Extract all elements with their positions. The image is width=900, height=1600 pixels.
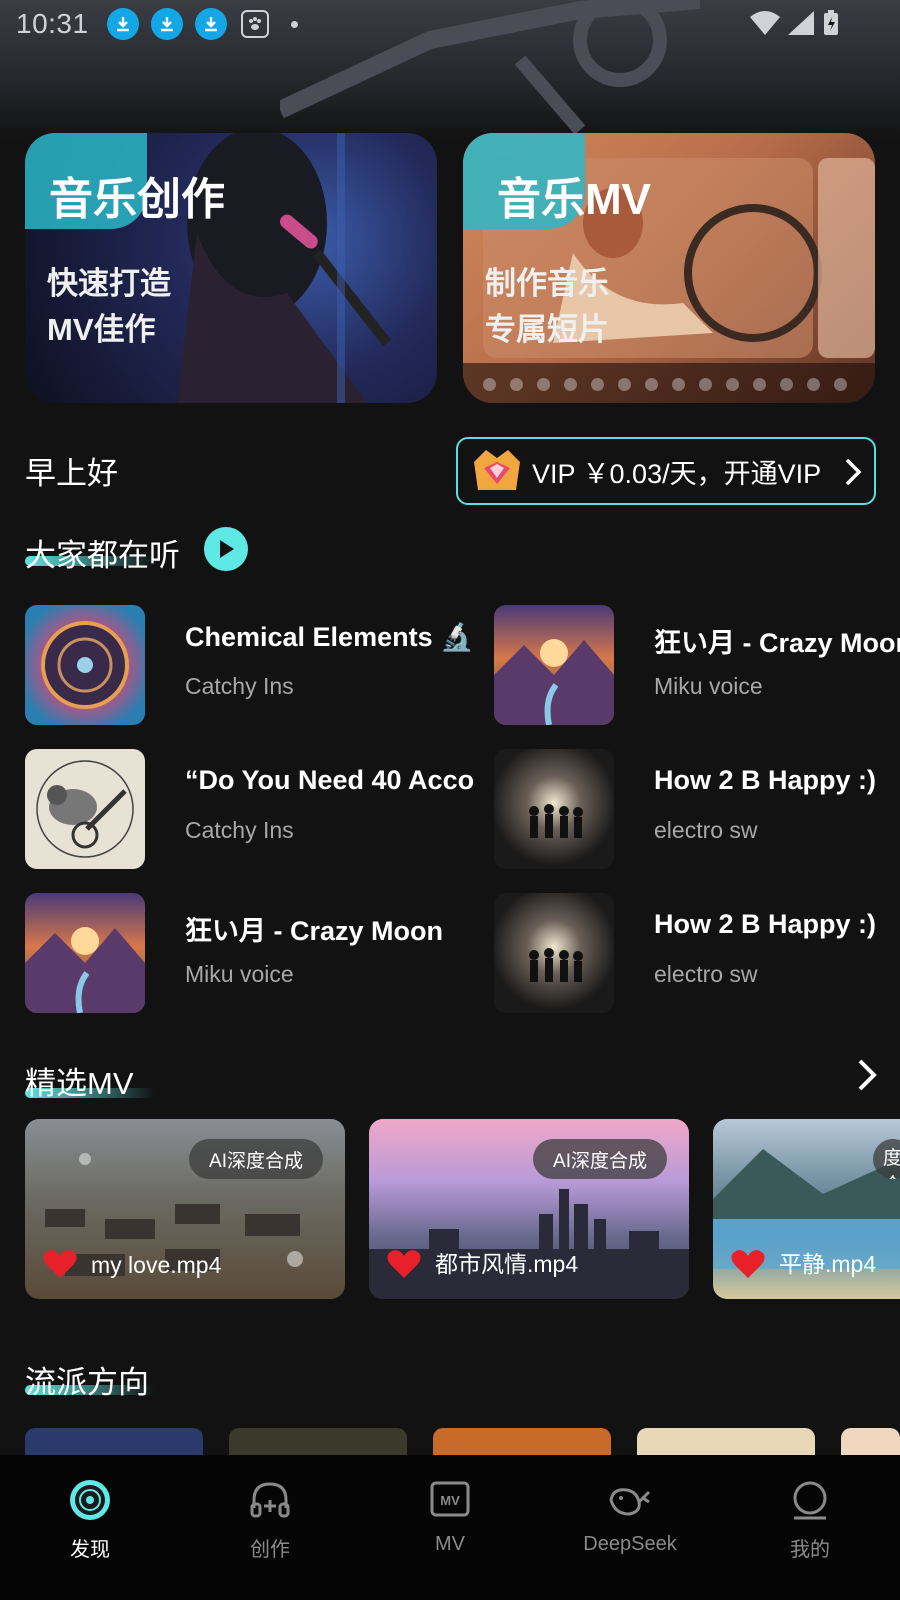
- svg-text:MV: MV: [440, 1493, 460, 1508]
- genre-thumbnail[interactable]: [841, 1428, 900, 1458]
- status-bar: 10:31: [0, 0, 900, 48]
- mv-name: my love.mp4: [91, 1252, 222, 1278]
- banner-title: 音乐MV: [497, 175, 651, 224]
- nav-label: 发现: [70, 1539, 110, 1561]
- nav-tab-profile[interactable]: 我的: [720, 1455, 900, 1600]
- song-artist: Miku voice: [185, 961, 294, 987]
- song-item[interactable]: “Do You Need 40 Acco Catchy Ins: [25, 749, 485, 869]
- genre-thumbnail[interactable]: [25, 1428, 203, 1458]
- heart-icon[interactable]: [43, 1249, 77, 1279]
- headphones-icon: [247, 1477, 293, 1523]
- signal-icon: [788, 11, 814, 35]
- banner-subtitle: 制作音乐 专属短片: [485, 261, 609, 353]
- genre-thumbnail[interactable]: [229, 1428, 407, 1458]
- vip-button[interactable]: VIP ￥0.03/天，开通VIP: [456, 437, 876, 505]
- song-title: 狂い月 - Crazy Moon: [185, 916, 444, 946]
- banner-subtitle-line: 快速打造: [47, 266, 171, 301]
- song-item[interactable]: How 2 B Happy :) electro sw: [494, 749, 900, 869]
- wifi-icon: [750, 11, 780, 35]
- music-creation-banner[interactable]: 音乐创作 快速打造 MV佳作: [25, 133, 437, 403]
- chevron-right-icon[interactable]: [856, 1058, 878, 1092]
- status-time: 10:31: [16, 8, 89, 39]
- mv-name: 都市风情.mp4: [435, 1251, 579, 1277]
- disc-icon: [67, 1477, 113, 1523]
- nav-label: DeepSeek: [583, 1533, 677, 1555]
- ai-badge: AI深度合成: [189, 1139, 323, 1179]
- song-cover: [494, 605, 614, 725]
- banner-subtitle-line: MV佳作: [47, 312, 156, 347]
- song-artist: electro sw: [654, 817, 758, 843]
- song-artist: Catchy Ins: [185, 817, 294, 843]
- ai-badge: AI深度合成: [533, 1139, 667, 1179]
- genres-section-title: 流派方向: [25, 1365, 149, 1400]
- play-all-button[interactable]: [204, 527, 248, 571]
- profile-icon: [787, 1477, 833, 1523]
- song-cover: [494, 749, 614, 869]
- diamond-crown-icon: [474, 450, 520, 490]
- song-item[interactable]: 狂い月 - Crazy Moon Miku voice: [25, 893, 485, 1013]
- nav-label: 创作: [250, 1539, 290, 1561]
- download-icon: [194, 8, 227, 40]
- song-title: Chemical Elements 🔬: [185, 622, 474, 652]
- download-icon: [106, 8, 139, 40]
- song-artist: Catchy Ins: [185, 673, 294, 699]
- greeting-text: 早上好: [25, 456, 118, 491]
- song-artist: Miku voice: [654, 673, 763, 699]
- film-holes: [483, 378, 847, 391]
- whale-icon: [607, 1477, 653, 1523]
- song-cover: [494, 893, 614, 1013]
- heart-icon[interactable]: [387, 1249, 421, 1279]
- battery-icon: [824, 10, 838, 35]
- song-item[interactable]: Chemical Elements 🔬 Catchy Ins: [25, 605, 485, 725]
- nav-tab-create[interactable]: 创作: [180, 1455, 360, 1600]
- song-title: 狂い月 - Crazy Moon: [654, 628, 900, 658]
- popular-section-title: 大家都在听: [25, 538, 180, 573]
- banner-subtitle: 快速打造 MV佳作: [47, 261, 171, 353]
- song-title: How 2 B Happy :): [654, 909, 877, 939]
- song-title: “Do You Need 40 Acco: [185, 765, 475, 795]
- song-item[interactable]: 狂い月 - Crazy Moon Miku voice: [494, 605, 900, 725]
- genre-thumbnail[interactable]: [637, 1428, 815, 1458]
- featured-mv-title: 精选MV: [25, 1066, 134, 1101]
- mv-card[interactable]: AI深度合成 平静.mp4: [713, 1119, 900, 1299]
- bottom-navigation: 发现 创作 MV MV DeepSeek 我的: [0, 1455, 900, 1600]
- banner-title: 音乐创作: [49, 175, 225, 224]
- mv-card[interactable]: AI深度合成 都市风情.mp4: [369, 1119, 689, 1299]
- music-mv-banner[interactable]: 音乐MV 制作音乐 专属短片: [463, 133, 875, 403]
- chevron-right-icon: [845, 458, 862, 486]
- banner-subtitle-line: 制作音乐: [485, 266, 609, 301]
- song-cover: [25, 605, 145, 725]
- song-cover: [25, 749, 145, 869]
- banner-subtitle-line: 专属短片: [485, 312, 609, 347]
- mv-name: 平静.mp4: [779, 1251, 877, 1277]
- nav-tab-deepseek[interactable]: DeepSeek: [540, 1455, 720, 1600]
- paw-icon: [240, 10, 269, 38]
- notification-dot-icon: [290, 20, 298, 28]
- nav-label: 我的: [790, 1539, 830, 1561]
- nav-tab-mv[interactable]: MV MV: [360, 1455, 540, 1600]
- vip-label: VIP ￥0.03/天，开通VIP: [532, 458, 822, 489]
- heart-icon[interactable]: [731, 1249, 765, 1279]
- song-item[interactable]: How 2 B Happy :) electro sw: [494, 893, 900, 1013]
- song-cover: [25, 893, 145, 1013]
- song-artist: electro sw: [654, 961, 758, 987]
- nav-tab-discover[interactable]: 发现: [0, 1455, 180, 1600]
- nav-label: MV: [435, 1533, 465, 1555]
- mv-card[interactable]: AI深度合成 my love.mp4: [25, 1119, 345, 1299]
- download-icon: [150, 8, 183, 40]
- genre-thumbnail[interactable]: [433, 1428, 611, 1458]
- song-title: How 2 B Happy :): [654, 765, 877, 795]
- play-icon: [220, 540, 234, 558]
- mv-icon: MV: [427, 1477, 473, 1523]
